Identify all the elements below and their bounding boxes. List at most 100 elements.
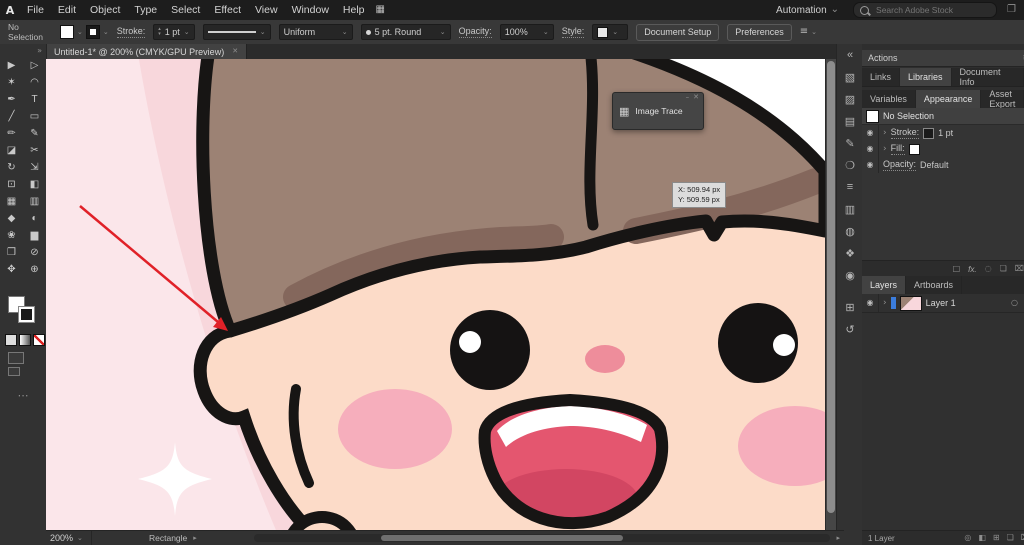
paintbrush-tool[interactable]: ✏: [0, 125, 23, 142]
preferences-button[interactable]: Preferences: [727, 23, 792, 41]
opacity-visibility-eye-icon[interactable]: ◉: [867, 161, 874, 169]
slice-tool[interactable]: ⊘: [23, 244, 46, 261]
edit-toolbar-more-icon[interactable]: ⋯: [18, 389, 29, 402]
graphic-style-dropdown[interactable]: ⌄: [592, 24, 629, 40]
stroke-caret-icon[interactable]: ⌄: [103, 28, 109, 36]
zoom-tool[interactable]: ⊕: [23, 261, 46, 278]
tab-variables[interactable]: Variables: [862, 90, 916, 108]
gradient-panel-icon[interactable]: ▥: [837, 198, 863, 220]
magic-wand-tool[interactable]: ✶: [0, 74, 23, 91]
tab-libraries[interactable]: Libraries: [900, 68, 952, 86]
add-new-stroke-icon[interactable]: □: [953, 265, 961, 273]
menu-type[interactable]: Type: [127, 0, 164, 20]
stroke-visibility-eye-icon[interactable]: ◉: [867, 129, 874, 137]
appearance-selection-row[interactable]: No Selection: [862, 108, 1024, 125]
menu-edit[interactable]: Edit: [51, 0, 83, 20]
symbols-panel-icon[interactable]: ❍: [837, 154, 863, 176]
duplicate-item-icon[interactable]: ❏: [1000, 265, 1007, 273]
screen-mode-button[interactable]: [8, 352, 24, 376]
stock-search-box[interactable]: [853, 2, 998, 18]
status-next-icon[interactable]: ▸: [193, 534, 197, 542]
tooltip-minimize-icon[interactable]: –: [686, 94, 690, 101]
stroke-panel-icon[interactable]: ≡: [837, 176, 863, 198]
align-panel-icon[interactable]: ⊞: [837, 296, 863, 318]
color-mode-fill[interactable]: [5, 334, 17, 346]
swatches-panel-icon[interactable]: ▤: [837, 110, 863, 132]
selection-tool[interactable]: ▶: [0, 57, 23, 74]
eraser-tool[interactable]: ◪: [0, 142, 23, 159]
stroke-weight-stepper[interactable]: ▴ ▾ 1 pt ⌄: [153, 24, 195, 40]
expand-panels-icon[interactable]: «: [837, 44, 863, 66]
vertical-scrollbar-thumb[interactable]: [827, 61, 835, 513]
color-mode-gradient[interactable]: [19, 334, 31, 346]
line-segment-tool[interactable]: ╱: [0, 108, 23, 125]
toolbar-collapse-icon[interactable]: »: [37, 46, 42, 55]
color-mode-none[interactable]: [33, 334, 45, 346]
app-grid-icon[interactable]: ▦: [376, 5, 385, 15]
gradient-tool[interactable]: ▥: [23, 193, 46, 210]
layer-target-icon[interactable]: ○: [1011, 299, 1018, 307]
automation-dropdown[interactable]: Automation ⌄: [776, 5, 839, 16]
opacity-label-link[interactable]: Opacity:: [458, 26, 492, 38]
rectangle-tool[interactable]: ▭: [23, 108, 46, 125]
appearance-opacity-row[interactable]: ◉ Opacity: Default: [862, 157, 1024, 173]
scroll-right-arrow-icon[interactable]: ▸: [836, 534, 840, 542]
window-switch-icon[interactable]: ❐: [1007, 5, 1016, 15]
lasso-tool[interactable]: ◠: [23, 74, 46, 91]
symbol-sprayer-tool[interactable]: ❀: [0, 227, 23, 244]
current-tool-display[interactable]: Rectangle ▸: [98, 533, 248, 543]
toolbar-stroke-swatch[interactable]: [18, 306, 35, 323]
new-layer-icon[interactable]: ❏: [1007, 534, 1014, 542]
appearance-fill-swatch[interactable]: [908, 143, 920, 155]
fill-visibility-eye-icon[interactable]: ◉: [867, 145, 874, 153]
appearance-fill-row[interactable]: ◉ › Fill:: [862, 141, 1024, 157]
pencil-tool[interactable]: ✎: [23, 125, 46, 142]
tab-artboards[interactable]: Artboards: [906, 276, 963, 294]
history-panel-icon[interactable]: ↺: [837, 318, 863, 340]
align-caret-icon[interactable]: ⌄: [811, 28, 817, 36]
horizontal-scrollbar[interactable]: [253, 534, 831, 542]
menu-object[interactable]: Object: [83, 0, 127, 20]
document-tab-close-icon[interactable]: ✕: [232, 48, 238, 55]
hand-tool[interactable]: ✥: [0, 261, 23, 278]
width-profile-dropdown[interactable]: Uniform ⌄: [278, 24, 353, 40]
pen-tool[interactable]: ✒: [0, 91, 23, 108]
fill-caret-icon[interactable]: ⌄: [77, 28, 83, 36]
document-setup-button[interactable]: Document Setup: [636, 23, 720, 41]
menu-effect[interactable]: Effect: [207, 0, 248, 20]
locate-object-icon[interactable]: ◎: [964, 534, 971, 542]
color-panel-icon[interactable]: ▧: [837, 66, 863, 88]
layer-thumbnail[interactable]: [899, 295, 922, 311]
shape-builder-tool[interactable]: ◧: [23, 176, 46, 193]
scale-tool[interactable]: ⇲: [23, 159, 46, 176]
layer-expand-chevron-icon[interactable]: ›: [883, 298, 887, 308]
menu-view[interactable]: View: [248, 0, 285, 20]
search-input[interactable]: [874, 4, 979, 16]
create-sublayer-icon[interactable]: ⊞: [993, 534, 1000, 542]
zoom-control[interactable]: 200% ⌄: [50, 531, 92, 545]
stroke-style-dropdown[interactable]: ⌄: [202, 24, 271, 40]
appearance-panel-icon[interactable]: ◉: [837, 264, 863, 286]
type-tool[interactable]: T: [23, 91, 46, 108]
make-clipping-mask-icon[interactable]: ◧: [978, 534, 986, 542]
scissors-tool[interactable]: ✂: [23, 142, 46, 159]
canvas[interactable]: ▦ Image Trace – ✕ X: 509.94 px Y: 509.59…: [46, 59, 825, 530]
opacity-dropdown[interactable]: 100% ⌄: [499, 24, 554, 40]
column-graph-tool[interactable]: ▆: [23, 227, 46, 244]
appearance-fill-label[interactable]: Fill:: [890, 143, 905, 155]
stroke-swatch[interactable]: [85, 25, 100, 39]
document-tab[interactable]: Untitled-1* @ 200% (CMYK/GPU Preview) ✕: [46, 44, 248, 59]
direct-selection-tool[interactable]: ▷: [23, 57, 46, 74]
image-trace-tooltip[interactable]: ▦ Image Trace – ✕: [612, 92, 704, 130]
style-label-link[interactable]: Style:: [561, 26, 585, 38]
rotate-tool[interactable]: ↻: [0, 159, 23, 176]
tab-asset-export[interactable]: Asset Export: [981, 89, 1024, 109]
tab-appearance[interactable]: Appearance: [915, 90, 982, 108]
actions-panel-header[interactable]: Actions ≡: [862, 50, 1024, 67]
layer-visibility-eye-icon[interactable]: ◉: [867, 299, 874, 307]
free-transform-tool[interactable]: ⊡: [0, 176, 23, 193]
appearance-opacity-label[interactable]: Opacity:: [883, 159, 917, 171]
menu-select[interactable]: Select: [164, 0, 207, 20]
appearance-stroke-swatch[interactable]: [923, 127, 935, 139]
brushes-panel-icon[interactable]: ✎: [837, 132, 863, 154]
